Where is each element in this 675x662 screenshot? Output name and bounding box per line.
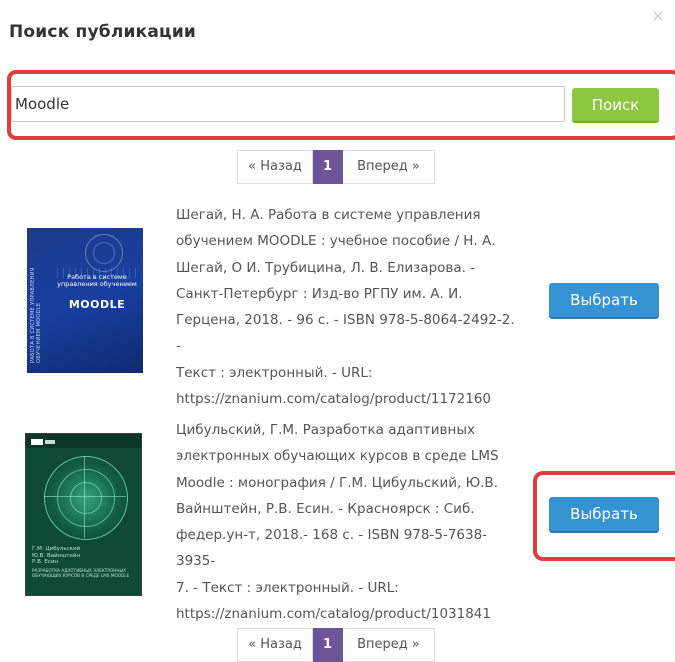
citation-line: Текст : электронный. - URL: [176, 364, 373, 381]
cover-authors: Г.М. Цибульский Ю.В. Вайнштейн Р.В. Есин [32, 546, 81, 565]
citation-line: Санкт-Петербург : Изд-во РГПУ им. А. И. [176, 285, 463, 302]
cover-subtitle: Работа в системе управления обучением [57, 273, 137, 288]
cover-title: Разработка адаптивных электронных обучаю… [32, 568, 130, 578]
pagination-prev-button[interactable]: « Назад [237, 150, 313, 184]
citation-line: электронных обучающих курсов в среде LMS [176, 448, 499, 465]
publisher-logo [31, 439, 43, 445]
citation-line: Герцена, 2018. - 96 с. - ISBN 978-5-8064… [176, 312, 515, 355]
pagination-page-button[interactable]: 1 [313, 150, 343, 184]
select-button[interactable]: Выбрать [549, 497, 659, 533]
select-button[interactable]: Выбрать [549, 283, 659, 319]
citation-line: Цибульский, Г.М. Разработка адаптивных [176, 422, 475, 438]
dialog-title: Поиск публикации [9, 22, 197, 42]
citation-line: https://znanium.com/catalog/product/1031… [176, 606, 491, 623]
pagination-next-button[interactable]: Вперед » [343, 150, 435, 184]
result-citation: Цибульский, Г.М. Разработка адаптивных э… [176, 417, 516, 627]
cover-ornament [84, 456, 85, 538]
search-button[interactable]: Поиск [572, 88, 659, 123]
citation-line: обучением MOODLE : учебное пособие / Н. … [176, 233, 496, 250]
citation-line: Moodle : монография / Г.М. Цибульский, Ю… [176, 474, 498, 491]
citation-line: 7. - Текст : электронный. - URL: [176, 579, 399, 596]
cover-ornament [93, 242, 115, 264]
cover-spine-text: РАБОТА В СИСТЕМЕ УПРАВЛЕНИЯ ОБУЧЕНИЕМ MO… [30, 267, 42, 363]
cover-ornament [70, 482, 102, 514]
cover-title: MOODLE [68, 298, 126, 311]
book-cover-image: Г.М. Цибульский Ю.В. Вайнштейн Р.В. Есин… [25, 433, 142, 596]
result-citation: Шегай, Н. А. Работа в системе управления… [176, 202, 516, 412]
citation-line: федер.ун-т, 2018.- 168 с. - ISBN 978-5-7… [176, 527, 488, 570]
close-icon[interactable]: × [650, 8, 666, 24]
citation-line: Шегай, Н. А. Работа в системе управления [176, 207, 481, 223]
book-cover-image: РАБОТА В СИСТЕМЕ УПРАВЛЕНИЯ ОБУЧЕНИЕМ MO… [27, 228, 143, 373]
search-input[interactable] [11, 86, 565, 122]
pagination-top: « Назад 1 Вперед » [237, 150, 435, 184]
citation-line: Шегай, О И. Трубицина, Л. В. Елизарова. … [176, 259, 476, 276]
citation-line: Вайнштейн, Р.В. Есин. - Красноярск : Сиб… [176, 500, 475, 517]
publisher-logo [45, 440, 55, 444]
cover-ornament [26, 434, 141, 448]
citation-line: https://znanium.com/catalog/product/1172… [176, 391, 491, 408]
cover-ornament [44, 496, 126, 497]
